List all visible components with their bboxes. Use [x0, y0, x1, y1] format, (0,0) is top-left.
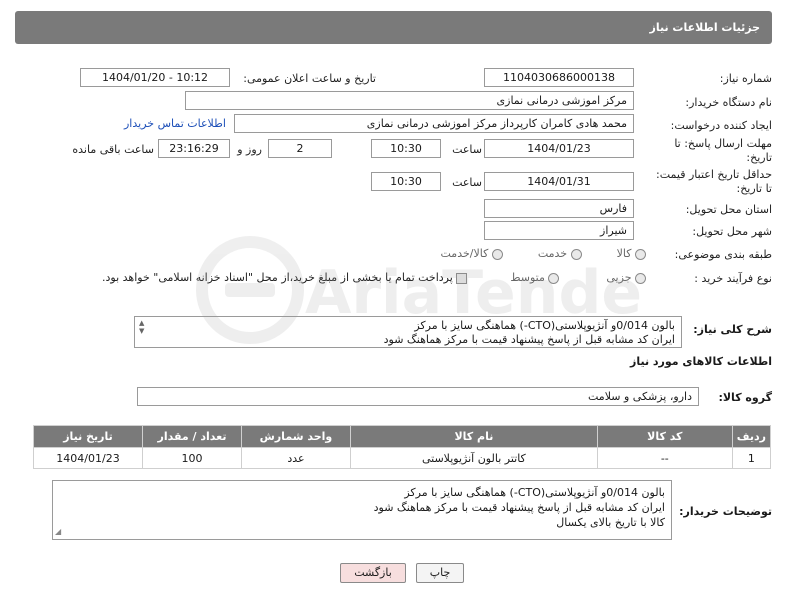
- process-minor-label: جزیی: [606, 271, 632, 284]
- page: جزئیات اطلاعات نیاز شماره نیاز: 11040306…: [0, 0, 788, 598]
- col-need-date: تاریخ نیاز: [33, 425, 143, 448]
- need-number-label: شماره نیاز:: [719, 72, 772, 85]
- col-quantity: تعداد / مقدار: [142, 425, 242, 448]
- process-type-label: نوع فرآیند خرید :: [694, 272, 772, 285]
- buyer-org-field[interactable]: مرکز اموزشی درمانی نمازی: [185, 91, 634, 110]
- buyer-notes-line-2: ایران کد مشابه قبل از پاسخ پیشنهاد قیمت …: [373, 501, 665, 514]
- goods-table: ردیف کد کالا نام کالا واحد شمارش تعداد /…: [33, 425, 772, 469]
- remaining-time-field[interactable]: 23:16:29: [158, 139, 230, 158]
- buyer-notes-line-1: بالون 0/014و آنژیوپلاستی(CTO-) هماهنگی س…: [404, 486, 665, 499]
- province-field[interactable]: فارس: [484, 199, 634, 218]
- goods-table-header: ردیف کد کالا نام کالا واحد شمارش تعداد /…: [33, 425, 772, 448]
- province-label: استان محل تحویل:: [685, 203, 772, 216]
- treasury-payment-checkbox[interactable]: [456, 272, 468, 284]
- need-number-field[interactable]: 1104030686000138: [484, 68, 634, 87]
- goods-group-label: گروه کالا:: [718, 391, 772, 404]
- creator-field[interactable]: محمد هادی کامران کارپرداز مرکز اموزشی در…: [234, 114, 634, 133]
- cell-need-date: 1404/01/23: [33, 447, 143, 469]
- buyer-contact-link[interactable]: اطلاعات تماس خریدار: [124, 117, 226, 130]
- announce-label: تاریخ و ساعت اعلان عمومی:: [243, 72, 376, 85]
- buyer-org-label: نام دستگاه خریدار:: [685, 96, 772, 109]
- price-time-label: ساعت: [452, 176, 482, 189]
- category-service-radio[interactable]: [570, 248, 582, 260]
- city-field[interactable]: شیراز: [484, 221, 634, 240]
- category-both-radio[interactable]: [491, 248, 503, 260]
- price-validity-label: حداقل تاریخ اعتبار قیمت:: [656, 168, 772, 181]
- reply-deadline-label-2: تاریخ:: [746, 151, 772, 164]
- summary-line-1: بالون 0/014و آنژیوپلاستی(CTO-) هماهنگی س…: [414, 319, 675, 332]
- category-goods-radio[interactable]: [635, 248, 646, 260]
- process-radio-group: جزیی متوسط پرداخت تمام یا بخشی از مبلغ خ…: [102, 271, 646, 284]
- page-title: جزئیات اطلاعات نیاز: [15, 11, 772, 44]
- col-unit: واحد شمارش: [240, 425, 351, 448]
- reply-time-field[interactable]: 10:30: [371, 139, 441, 158]
- creator-label: ایجاد کننده درخواست:: [670, 119, 772, 132]
- buyer-notes-textarea[interactable]: بالون 0/014و آنژیوپلاستی(CTO-) هماهنگی س…: [52, 480, 672, 540]
- price-validity-label-2: تا تاریخ:: [736, 182, 772, 195]
- reply-time-label: ساعت: [452, 143, 482, 156]
- goods-section-title: اطلاعات کالاهای مورد نیاز: [630, 355, 772, 368]
- price-time-field[interactable]: 10:30: [371, 172, 441, 191]
- scroll-arrows-icon[interactable]: ▲ ▼: [139, 319, 144, 335]
- print-button[interactable]: چاپ: [416, 563, 464, 583]
- back-button[interactable]: بازگشت: [340, 563, 406, 583]
- days-field[interactable]: 2: [268, 139, 332, 158]
- cell-unit: عدد: [240, 447, 351, 469]
- buyer-notes-line-3: کالا با تاریخ بالای یکسال: [556, 516, 665, 529]
- summary-line-2: ایران کد مشابه قبل از پاسخ پیشنهاد قیمت …: [383, 333, 675, 346]
- days-label: روز و: [237, 143, 262, 156]
- goods-group-field[interactable]: دارو، پزشکی و سلامت: [137, 387, 699, 406]
- category-radio-group: کالا خدمت کالا/خدمت: [440, 247, 646, 260]
- category-goods-label: کالا: [616, 247, 632, 260]
- city-label: شهر محل تحویل:: [692, 225, 772, 238]
- cell-item-name: کاتتر بالون آنژیوپلاستی: [349, 447, 598, 469]
- reply-date-field[interactable]: 1404/01/23: [484, 139, 634, 158]
- process-minor-radio[interactable]: [635, 272, 646, 284]
- announce-field[interactable]: 1404/01/20 - 10:12: [80, 68, 230, 87]
- col-item-name: نام کالا: [349, 425, 598, 448]
- cell-row-number: 1: [731, 447, 772, 469]
- reply-deadline-label: مهلت ارسال پاسخ: تا: [674, 137, 772, 150]
- category-both-label: کالا/خدمت: [440, 247, 489, 260]
- col-item-code: کد کالا: [596, 425, 733, 448]
- summary-textarea[interactable]: بالون 0/014و آنژیوپلاستی(CTO-) هماهنگی س…: [134, 316, 682, 348]
- category-service-label: خدمت: [537, 247, 568, 260]
- table-row[interactable]: 1 -- کاتتر بالون آنژیوپلاستی عدد 100 140…: [33, 447, 772, 469]
- process-medium-radio[interactable]: [548, 272, 560, 284]
- buyer-notes-label: توضیحات خریدار:: [679, 505, 772, 518]
- price-date-field[interactable]: 1404/01/31: [484, 172, 634, 191]
- remaining-time-label: ساعت باقی مانده: [72, 143, 154, 156]
- resize-handle-icon[interactable]: ◢: [55, 524, 61, 539]
- summary-label: شرح کلی نیاز:: [693, 323, 772, 336]
- col-row-number: ردیف: [731, 425, 772, 448]
- cell-item-code: --: [596, 447, 733, 469]
- category-label: طبقه بندی موضوعی:: [674, 248, 772, 261]
- process-medium-label: متوسط: [510, 271, 545, 284]
- treasury-payment-note: پرداخت تمام یا بخشی از مبلغ خرید،از محل …: [102, 271, 453, 284]
- cell-quantity: 100: [142, 447, 242, 469]
